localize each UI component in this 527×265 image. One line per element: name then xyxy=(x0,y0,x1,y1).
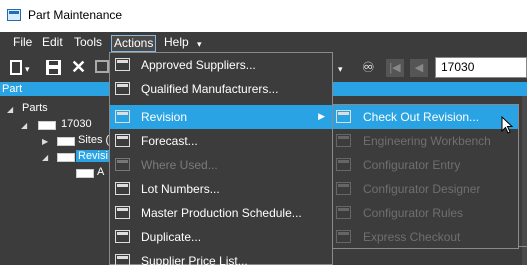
folder-icon xyxy=(57,153,75,162)
new-document-icon[interactable] xyxy=(10,60,22,75)
submenu-item-label: Express Checkout xyxy=(363,230,461,244)
submenu-item-configurator-rules: Configurator Rules xyxy=(333,201,518,225)
folder-icon xyxy=(76,169,94,178)
expand-arrow-icon[interactable]: ◢ xyxy=(42,153,48,162)
window-icon xyxy=(115,206,130,219)
window-icon xyxy=(336,230,351,243)
folder-icon xyxy=(38,121,56,130)
submenu-item-configurator-entry: Configurator Entry xyxy=(333,153,518,177)
menu-actions[interactable]: Actions xyxy=(111,35,157,52)
menu-item-supplier-price-list[interactable]: Supplier Price List... xyxy=(110,249,332,265)
menu-item-label: Approved Suppliers... xyxy=(141,58,256,72)
submenu-arrow-icon: ▶ xyxy=(318,111,325,121)
part-tree: ◢ Parts ◢ 17030 ▶ Sites ( ◢ Revisi A xyxy=(0,96,120,265)
app-window-icon xyxy=(7,9,21,21)
window-icon xyxy=(115,254,130,265)
delete-icon[interactable]: ✕ xyxy=(71,57,86,77)
submenu-item-label: Engineering Workbench xyxy=(363,134,491,148)
window-icon xyxy=(115,158,130,171)
expand-arrow-icon[interactable]: ◢ xyxy=(7,105,13,114)
window-icon xyxy=(115,134,130,147)
submenu-item-check-out-revision[interactable]: Check Out Revision... xyxy=(333,105,518,129)
copy-icon xyxy=(115,230,130,243)
first-record-icon[interactable]: |◀ xyxy=(386,59,404,77)
book-icon[interactable] xyxy=(95,60,109,73)
menu-item-label: Master Production Schedule... xyxy=(141,206,302,220)
menu-file[interactable]: File xyxy=(11,35,34,52)
menu-item-where-used: Where Used... xyxy=(110,153,332,177)
window-icon xyxy=(336,158,351,171)
collapse-arrow-icon[interactable]: ▶ xyxy=(42,137,48,146)
tree-node-revision-a[interactable]: A xyxy=(97,166,104,178)
menu-item-label: Duplicate... xyxy=(141,230,202,244)
menu-item-label: Lot Numbers... xyxy=(141,182,220,196)
menu-item-label: Forecast... xyxy=(141,134,198,148)
part-number-field[interactable]: 17030 xyxy=(435,57,527,78)
submenu-item-label: Configurator Rules xyxy=(363,206,464,220)
menu-edit[interactable]: Edit xyxy=(40,35,65,52)
menu-item-lot-numbers[interactable]: Lot Numbers... xyxy=(110,177,332,201)
window-icon xyxy=(336,182,351,195)
window-title: Part Maintenance xyxy=(28,8,123,22)
right-pane-edge xyxy=(522,96,527,265)
toolbar-dropdown-caret-icon[interactable]: ▾ xyxy=(338,64,343,82)
expand-arrow-icon[interactable]: ◢ xyxy=(21,121,27,130)
revision-submenu: Check Out Revision... Engineering Workbe… xyxy=(332,104,519,249)
menu-item-qualified-manufacturers[interactable]: Qualified Manufacturers... xyxy=(110,77,332,101)
window-icon xyxy=(115,58,130,71)
tree-node-parts[interactable]: Parts xyxy=(22,102,48,114)
submenu-item-engineering-workbench: Engineering Workbench xyxy=(333,129,518,153)
menu-item-label: Supplier Price List... xyxy=(141,254,248,265)
folder-icon xyxy=(57,137,75,146)
binoculars-search-icon[interactable]: ♾ xyxy=(362,59,375,77)
actions-menu: Approved Suppliers... Qualified Manufact… xyxy=(109,52,333,265)
tree-node-sites[interactable]: Sites ( xyxy=(78,134,109,146)
menu-item-duplicate[interactable]: Duplicate... xyxy=(110,225,332,249)
submenu-item-configurator-designer: Configurator Designer xyxy=(333,177,518,201)
window-icon xyxy=(115,82,130,95)
window-icon xyxy=(115,110,130,123)
tree-node-part[interactable]: 17030 xyxy=(61,118,92,130)
submenu-item-label: Check Out Revision... xyxy=(363,110,480,124)
window-icon xyxy=(115,182,130,195)
menu-item-label: Revision xyxy=(141,110,188,124)
submenu-item-label: Configurator Entry xyxy=(363,158,461,172)
save-icon[interactable] xyxy=(46,60,61,75)
window-icon xyxy=(336,134,351,147)
menu-item-master-production-schedule[interactable]: Master Production Schedule... xyxy=(110,201,332,225)
submenu-item-express-checkout: Express Checkout xyxy=(333,225,518,249)
menu-item-label: Where Used... xyxy=(141,158,218,172)
menu-item-forecast[interactable]: Forecast... xyxy=(110,129,332,153)
mouse-cursor-icon xyxy=(501,116,514,134)
tree-node-revisions[interactable]: Revisi xyxy=(76,150,110,162)
menu-bar: File Edit Tools Actions Help ▾ xyxy=(0,32,527,54)
menu-item-approved-suppliers[interactable]: Approved Suppliers... xyxy=(110,53,332,77)
window-icon xyxy=(336,206,351,219)
menu-help[interactable]: Help xyxy=(162,35,191,52)
submenu-item-label: Configurator Designer xyxy=(363,182,481,196)
window-icon xyxy=(336,110,351,123)
new-dropdown-caret-icon[interactable]: ▾ xyxy=(25,64,30,82)
menu-tools[interactable]: Tools xyxy=(72,35,104,52)
title-bar: Part Maintenance xyxy=(0,0,527,32)
menu-item-revision[interactable]: Revision ▶ xyxy=(110,105,332,129)
previous-record-icon[interactable]: ◀ xyxy=(410,59,428,77)
menu-item-label: Qualified Manufacturers... xyxy=(141,82,279,96)
